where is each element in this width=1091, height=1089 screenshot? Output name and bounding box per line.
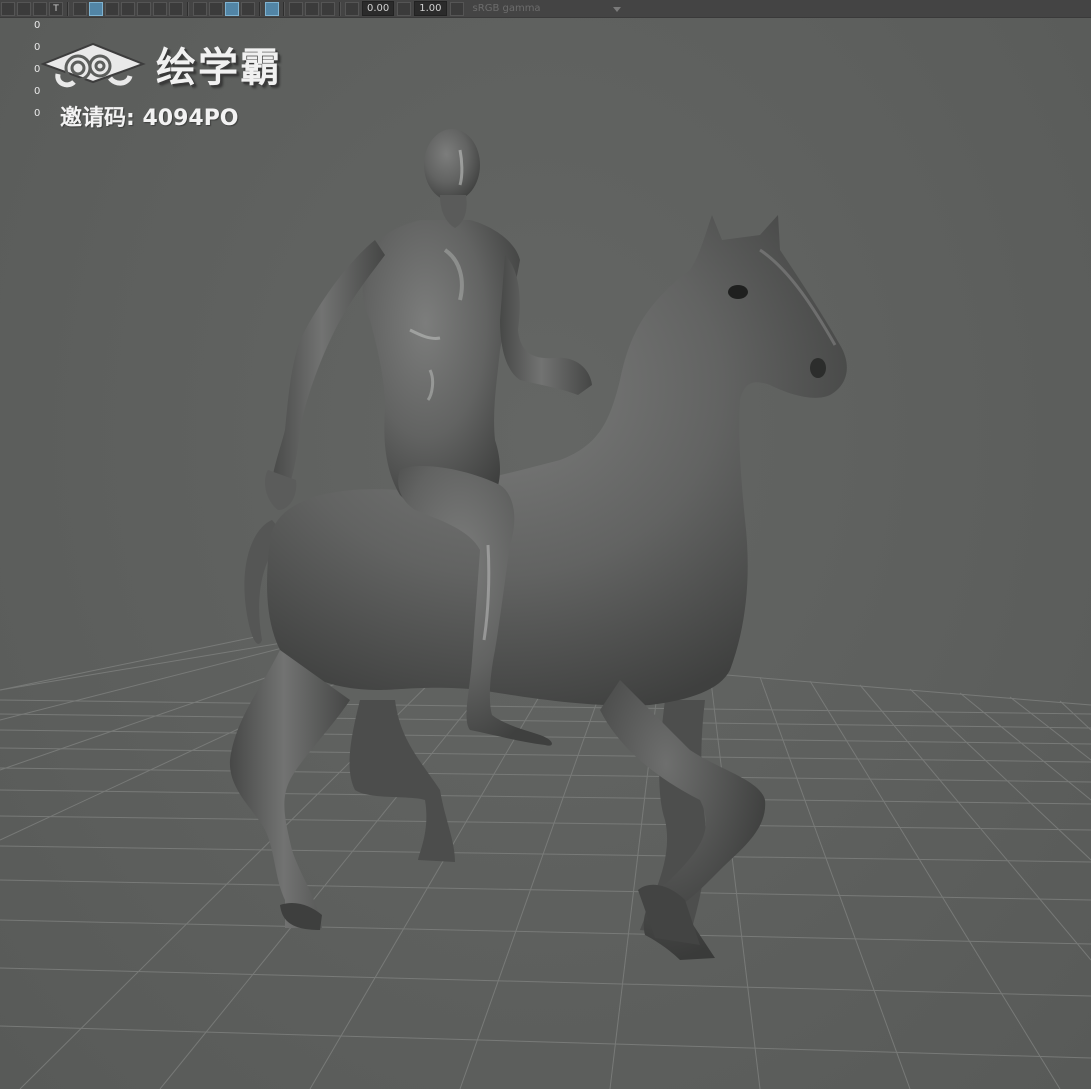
antialias-icon[interactable]	[225, 1, 239, 16]
exposure-icon[interactable]	[345, 1, 359, 16]
bookmark-icon[interactable]	[17, 1, 31, 16]
text-icon[interactable]: T	[49, 1, 63, 16]
camera-attributes-icon[interactable]	[1, 1, 15, 16]
invite-code-label: 邀请码: 4094PO	[60, 106, 239, 131]
brand-name: 绘学霸	[156, 45, 282, 91]
chevron-down-icon	[612, 6, 621, 12]
color-space-dropdown[interactable]: sRGB gamma	[469, 2, 623, 16]
wireframe-cube-icon[interactable]	[73, 1, 87, 16]
graduation-cap-logo-icon	[40, 42, 146, 88]
toolbar-separator	[67, 1, 69, 16]
toolbar-separator	[259, 1, 261, 16]
toolbar-separator	[187, 1, 189, 16]
textured-icon[interactable]	[105, 1, 119, 16]
hud-count: 0	[34, 108, 41, 119]
gamma-icon[interactable]	[397, 1, 412, 16]
exposure-field[interactable]: 0.00	[362, 1, 395, 16]
image-plane-icon[interactable]	[33, 1, 47, 16]
light-icon[interactable]	[153, 1, 167, 16]
maya-viewport[interactable]: T 0.00 1.00 sRGB gamma 0 0 0 0 0 绘学霸 邀请码…	[0, 0, 1091, 1089]
horse-rider-model[interactable]	[229, 129, 847, 960]
ambient-occlusion-icon[interactable]	[193, 1, 207, 16]
resolution-gate-icon[interactable]	[321, 1, 335, 16]
toolbar-separator	[283, 1, 285, 16]
copy-icon[interactable]	[305, 1, 319, 16]
isolate-icon[interactable]	[241, 1, 255, 16]
gamma-field[interactable]: 1.00	[414, 1, 447, 16]
viewport-scene[interactable]	[0, 0, 1091, 1089]
checker-icon[interactable]	[137, 1, 151, 16]
smooth-shade-cube-icon[interactable]	[89, 1, 103, 16]
motion-blur-icon[interactable]	[209, 1, 223, 16]
xray-icon[interactable]	[265, 1, 279, 16]
viewport-toolbar: T 0.00 1.00 sRGB gamma	[0, 0, 1091, 18]
ground-grid	[0, 635, 1091, 1089]
grid-icon[interactable]	[289, 1, 303, 16]
brand-watermark: 绘学霸	[38, 34, 282, 94]
shadow-icon[interactable]	[169, 1, 183, 16]
toolbar-separator	[339, 1, 341, 16]
color-space-label: sRGB gamma	[472, 2, 541, 14]
color-management-icon[interactable]	[449, 1, 464, 16]
shaded-wire-icon[interactable]	[121, 1, 135, 16]
